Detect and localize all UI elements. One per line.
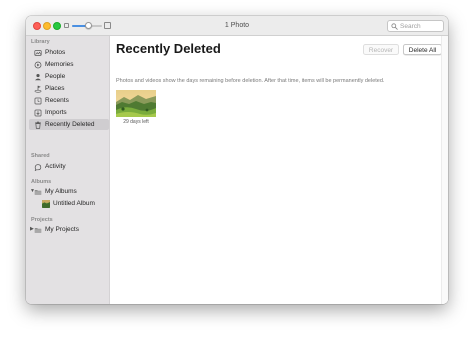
days-left-label: 29 days left: [123, 119, 149, 125]
sidebar-item-untitled-album[interactable]: Untitled Album: [29, 198, 109, 209]
zoom-track[interactable]: [72, 22, 102, 29]
photos-icon: [34, 49, 42, 56]
deletion-info-text: Photos and videos show the days remainin…: [116, 78, 385, 84]
scroll-rail[interactable]: [441, 36, 448, 304]
sidebar-item-label: People: [45, 73, 66, 80]
section-header-albums: Albums: [31, 179, 52, 185]
sidebar-item-label: My Projects: [45, 226, 79, 233]
page-title: Recently Deleted: [116, 41, 221, 56]
close-window-button[interactable]: [33, 22, 41, 30]
sidebar-item-my-projects[interactable]: ▶ My Projects: [29, 224, 109, 235]
sidebar-item-my-albums[interactable]: ▼ My Albums: [29, 186, 109, 197]
deleted-photo-thumbnail[interactable]: [116, 90, 156, 117]
delete-all-button[interactable]: Delete All: [403, 44, 442, 55]
section-header-library: Library: [31, 39, 50, 45]
minimize-window-button[interactable]: [43, 22, 51, 30]
sidebar-item-activity[interactable]: Activity: [29, 161, 109, 172]
search-field[interactable]: Search: [387, 20, 444, 32]
sidebar-item-label: Imports: [45, 109, 67, 116]
sidebar-item-places[interactable]: Places: [29, 83, 109, 94]
sidebar-item-label: My Albums: [45, 188, 77, 195]
search-placeholder: Search: [400, 23, 421, 30]
section-header-projects: Projects: [31, 217, 53, 223]
sidebar-item-memories[interactable]: Memories: [29, 59, 109, 70]
sidebar-item-label: Activity: [45, 163, 66, 170]
sidebar-item-label: Places: [45, 85, 65, 92]
search-icon: [391, 23, 398, 30]
folder-icon: [34, 227, 42, 233]
sidebar-item-label: Photos: [45, 49, 66, 56]
zoom-slider[interactable]: [64, 22, 111, 30]
zoom-knob[interactable]: [85, 22, 92, 29]
album-thumbnail: [42, 199, 50, 208]
sidebar: Library Photos Memories People Places Re…: [26, 36, 110, 304]
photos-window: 1 Photo Search Library Photos Memories P…: [26, 16, 448, 304]
sidebar-item-label: Untitled Album: [53, 200, 95, 207]
recents-icon: [34, 97, 42, 104]
section-header-shared: Shared: [31, 153, 50, 159]
sidebar-item-label: Recently Deleted: [45, 121, 95, 128]
activity-icon: [34, 163, 42, 171]
maximize-window-button[interactable]: [53, 22, 61, 30]
imports-icon: [34, 109, 42, 116]
sidebar-item-label: Recents: [45, 97, 69, 104]
sidebar-item-people[interactable]: People: [29, 71, 109, 82]
sidebar-item-label: Memories: [45, 61, 74, 68]
folder-icon: [34, 189, 42, 195]
title-bar: 1 Photo Search: [26, 16, 448, 36]
sidebar-item-photos[interactable]: Photos: [29, 47, 109, 58]
recover-button[interactable]: Recover: [363, 44, 399, 55]
people-icon: [34, 73, 42, 80]
trash-icon: [35, 121, 41, 129]
memories-icon: [34, 61, 42, 68]
places-icon: [34, 85, 42, 93]
sidebar-item-imports[interactable]: Imports: [29, 107, 109, 118]
zoom-in-icon: [104, 22, 111, 29]
sidebar-item-recently-deleted[interactable]: Recently Deleted: [29, 119, 109, 130]
sidebar-item-recents[interactable]: Recents: [29, 95, 109, 106]
main-content: Recently Deleted Recover Delete All Phot…: [111, 36, 448, 304]
zoom-out-icon: [64, 23, 69, 28]
